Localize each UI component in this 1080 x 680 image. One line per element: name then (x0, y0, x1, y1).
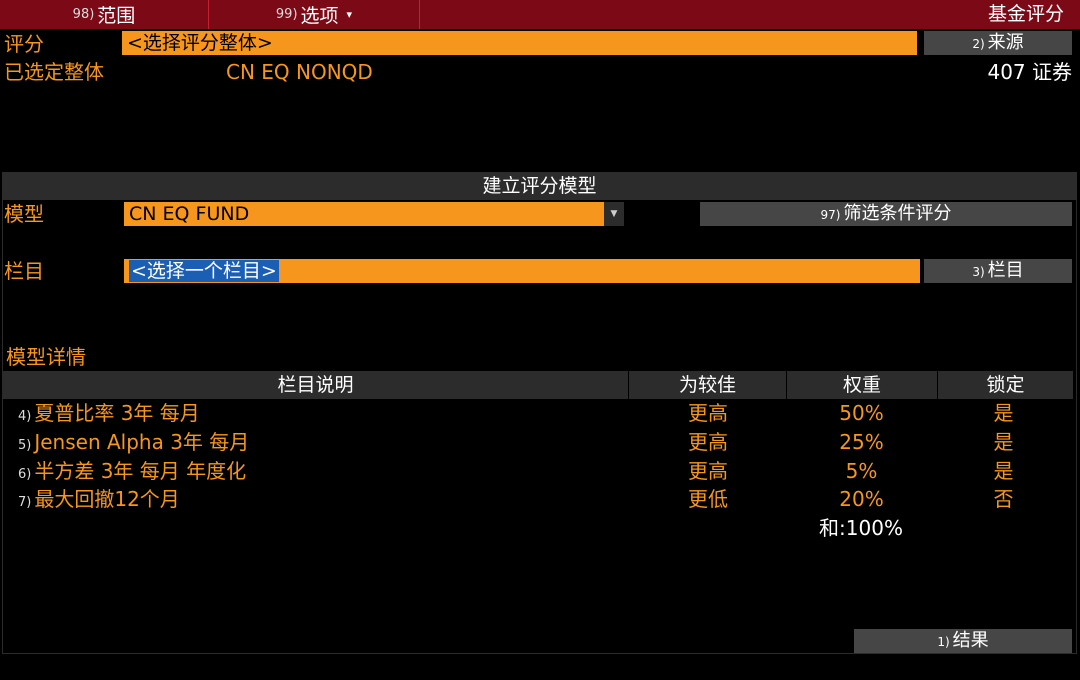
options-menu-label: 选项 (300, 5, 339, 27)
row-number: 4) (18, 409, 32, 424)
row-description-text: 最大回撤12个月 (34, 487, 180, 511)
filter-fn-key: 97) (820, 208, 841, 222)
row-locked: 是 (993, 459, 1014, 483)
row-description: 4) 夏普比率 3年 每月 (18, 399, 200, 428)
caret-down-icon[interactable]: ▼ (604, 202, 624, 226)
selected-universe-label: 已选定整体 (4, 60, 104, 84)
score-universe-field[interactable]: <选择评分整体> (122, 31, 917, 55)
source-fn-key: 2) (972, 37, 985, 51)
table-row[interactable]: 6) 半方差 3年 每月 年度化 更高 5% 是 (0, 457, 1080, 486)
header-locked[interactable]: 锁定 (938, 371, 1073, 399)
row-number: 6) (18, 467, 32, 482)
row-weight: 50% (839, 401, 884, 425)
app-title: 基金评分 (987, 3, 1064, 25)
results-button-label: 结果 (952, 630, 989, 651)
row-number: 5) (18, 438, 32, 453)
column-button-label: 栏目 (987, 260, 1024, 281)
column-button[interactable]: 3) 栏目 (924, 259, 1072, 283)
row-number: 7) (18, 495, 32, 510)
table-row[interactable]: 4) 夏普比率 3年 每月 更高 50% 是 (0, 399, 1080, 428)
column-select-field[interactable]: <选择一个栏目> (124, 259, 920, 283)
row-better-when: 更低 (688, 487, 728, 511)
row-better-when: 更高 (688, 401, 728, 425)
row-locked: 否 (993, 487, 1014, 511)
column-field-selected-text: <选择一个栏目> (129, 260, 279, 282)
range-fn-key: 98) (72, 7, 95, 22)
selected-universe-value: CN EQ NONQD (226, 60, 373, 84)
weight-sum: 和:100% (819, 516, 903, 540)
score-label: 评分 (4, 32, 44, 56)
row-weight: 25% (839, 430, 884, 454)
model-details-title: 模型详情 (6, 345, 86, 369)
row-description: 5) Jensen Alpha 3年 每月 (18, 428, 249, 457)
row-better-when: 更高 (688, 459, 728, 483)
row-description-text: 夏普比率 3年 每月 (34, 401, 200, 425)
top-bar: 98) 范围 99) 选项 ▾ 基金评分 (0, 0, 1080, 29)
options-menu-button[interactable]: 99) 选项 ▾ (209, 0, 420, 29)
section-title: 建立评分模型 (2, 172, 1077, 200)
row-description: 6) 半方差 3年 每月 年度化 (18, 457, 246, 486)
filter-score-button-label: 筛选条件评分 (843, 203, 952, 224)
row-locked: 是 (993, 430, 1014, 454)
row-locked: 是 (993, 401, 1014, 425)
range-menu-label: 范围 (97, 5, 136, 27)
row-description-text: 半方差 3年 每月 年度化 (34, 459, 247, 483)
caret-down-icon: ▾ (346, 8, 353, 21)
source-button[interactable]: 2) 来源 (924, 31, 1072, 55)
table-row[interactable]: 5) Jensen Alpha 3年 每月 更高 25% 是 (0, 428, 1080, 457)
source-button-label: 来源 (987, 32, 1024, 53)
column-fn-key: 3) (972, 265, 985, 279)
security-count: 407 证券 (987, 60, 1072, 84)
results-fn-key: 1) (937, 635, 950, 649)
model-dropdown-value: CN EQ FUND (129, 203, 250, 225)
filter-score-button[interactable]: 97) 筛选条件评分 (700, 202, 1072, 226)
header-better-when[interactable]: 为较佳 (629, 371, 787, 399)
header-column-description[interactable]: 栏目说明 (3, 371, 629, 399)
model-dropdown[interactable]: CN EQ FUND ▼ (124, 202, 624, 226)
row-description-text: Jensen Alpha 3年 每月 (34, 430, 250, 454)
row-description: 7) 最大回撤12个月 (18, 485, 180, 514)
range-menu-button[interactable]: 98) 范围 (0, 0, 209, 29)
model-label: 模型 (4, 202, 44, 226)
table-row[interactable]: 7) 最大回撤12个月 更低 20% 否 (0, 485, 1080, 514)
header-weight[interactable]: 权重 (787, 371, 938, 399)
column-label: 栏目 (4, 259, 44, 283)
results-button[interactable]: 1) 结果 (854, 629, 1072, 653)
row-weight: 5% (845, 459, 878, 483)
options-fn-key: 99) (275, 7, 298, 22)
row-better-when: 更高 (688, 430, 728, 454)
row-weight: 20% (839, 487, 884, 511)
details-table-header: 栏目说明 为较佳 权重 锁定 (3, 371, 1073, 399)
